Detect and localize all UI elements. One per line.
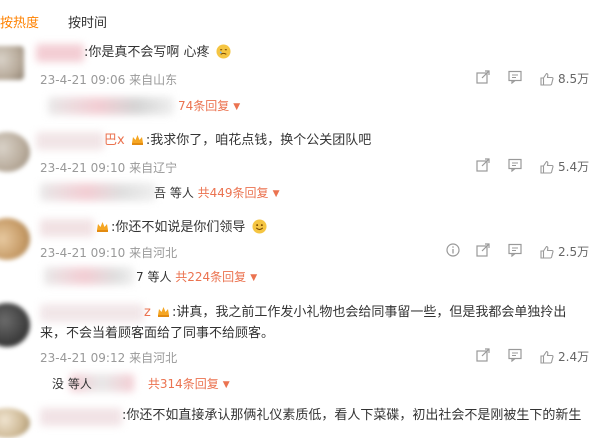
comment-meta: 23-4-21 09:10 来自辽宁 (40, 159, 177, 176)
blurred-username[interactable] (40, 408, 122, 426)
dislike-button[interactable] (446, 243, 460, 257)
comment-icon (508, 243, 522, 257)
comment-meta: 23-4-21 09:12 来自河北 (40, 349, 177, 366)
avatar[interactable] (0, 408, 30, 438)
like-count: 2.5万 (558, 245, 590, 259)
crown-badge-icon (131, 135, 143, 145)
share-icon (476, 158, 490, 172)
like-button[interactable]: 2.4万 (540, 348, 589, 365)
blurred-username[interactable] (36, 44, 84, 62)
comment-actions: 2.4万 (470, 348, 600, 366)
blurred-username[interactable] (40, 219, 94, 237)
caret-down-icon: ▼ (222, 380, 230, 390)
crown-badge-icon (157, 307, 169, 317)
comment-location: 来自河北 (129, 351, 178, 365)
blurred-reply-avatars (48, 97, 174, 115)
comment-text: :你还不如说是你们领导 (94, 218, 267, 238)
comment-icon (508, 348, 522, 362)
comment-meta: 23-4-21 09:06 来自山东 (40, 71, 177, 88)
replies-link[interactable]: 吾 等人 共449条回复 ▼ (154, 184, 279, 201)
comment-button[interactable] (508, 243, 522, 257)
replies-link[interactable]: 没 等人 共314条回复 ▼ (52, 375, 230, 392)
like-button[interactable]: 2.5万 (540, 243, 589, 260)
avatar[interactable] (0, 132, 30, 172)
username-visible[interactable]: z (144, 305, 151, 320)
share-button[interactable] (476, 243, 490, 257)
comment-text: :你还不如直接承认那俩礼仪素质低，看人下菜碟，初出社会不是刚被生下的新生 (122, 408, 582, 423)
sort-tabs: 按热度 按时间 (0, 0, 600, 36)
avatar[interactable] (0, 46, 24, 80)
comment-button[interactable] (508, 70, 522, 84)
replies-link[interactable]: 74条回复 ▼ (178, 97, 240, 114)
comment-text: z :讲真，我之前工作发小礼物也会给同事留一些，但是我都会单独拎出 (144, 305, 567, 320)
blurred-username[interactable] (36, 132, 104, 150)
avatar[interactable] (0, 303, 30, 347)
tab-by-heat[interactable]: 按热度 (0, 12, 39, 31)
crown-badge-icon (97, 222, 108, 232)
comment-button[interactable] (508, 348, 522, 362)
share-icon (476, 348, 490, 362)
comment-location: 来自河北 (129, 246, 178, 260)
tab-by-time[interactable]: 按时间 (68, 12, 107, 31)
comment-location: 来自辽宁 (129, 161, 178, 175)
comment-meta: 23-4-21 09:10 来自河北 (40, 244, 177, 261)
like-count: 5.4万 (558, 160, 590, 174)
like-count: 2.4万 (558, 350, 590, 364)
comment-icon (508, 158, 522, 172)
thumbs-up-icon (540, 350, 554, 364)
comment-actions: 8.5万 (470, 70, 600, 88)
smile-emoji-icon (252, 219, 267, 234)
comment-actions: 2.5万 (440, 243, 600, 261)
thumbs-up-icon (540, 245, 554, 259)
info-circle-icon (446, 243, 460, 257)
comment-button[interactable] (508, 158, 522, 172)
caret-down-icon: ▼ (233, 102, 241, 112)
crying-face-emoji-icon (216, 44, 231, 59)
thumbs-up-icon (540, 72, 554, 86)
avatar[interactable] (0, 218, 30, 260)
comment-date: 23-4-21 09:10 (40, 161, 126, 175)
comment-text: :你是真不会写啊 心疼 (84, 43, 231, 63)
like-button[interactable]: 8.5万 (540, 70, 589, 87)
blurred-reply-avatars (40, 183, 156, 201)
share-button[interactable] (476, 348, 490, 362)
comment-text-continued: 来，不会当着顾客面给了同事不给顾客。 (40, 326, 275, 341)
blurred-username[interactable] (40, 304, 144, 322)
comment-text: 巴x :我求你了，咱花点钱，换个公关团队吧 (104, 133, 372, 148)
comment-icon (508, 70, 522, 84)
caret-down-icon: ▼ (250, 273, 258, 283)
comment-date: 23-4-21 09:12 (40, 351, 126, 365)
like-count: 8.5万 (558, 72, 590, 86)
caret-down-icon: ▼ (272, 189, 280, 199)
username-visible[interactable]: 巴x (104, 133, 125, 148)
comment-location: 来自山东 (129, 73, 178, 87)
share-button[interactable] (476, 158, 490, 172)
comment-date: 23-4-21 09:10 (40, 246, 126, 260)
share-button[interactable] (476, 70, 490, 84)
comment-date: 23-4-21 09:06 (40, 73, 126, 87)
share-icon (476, 70, 490, 84)
share-icon (476, 243, 490, 257)
replies-link[interactable]: 7 等人 共224条回复 ▼ (136, 268, 257, 285)
blurred-reply-avatars (44, 267, 134, 285)
thumbs-up-icon (540, 160, 554, 174)
comment-actions: 5.4万 (470, 158, 600, 176)
like-button[interactable]: 5.4万 (540, 158, 589, 175)
